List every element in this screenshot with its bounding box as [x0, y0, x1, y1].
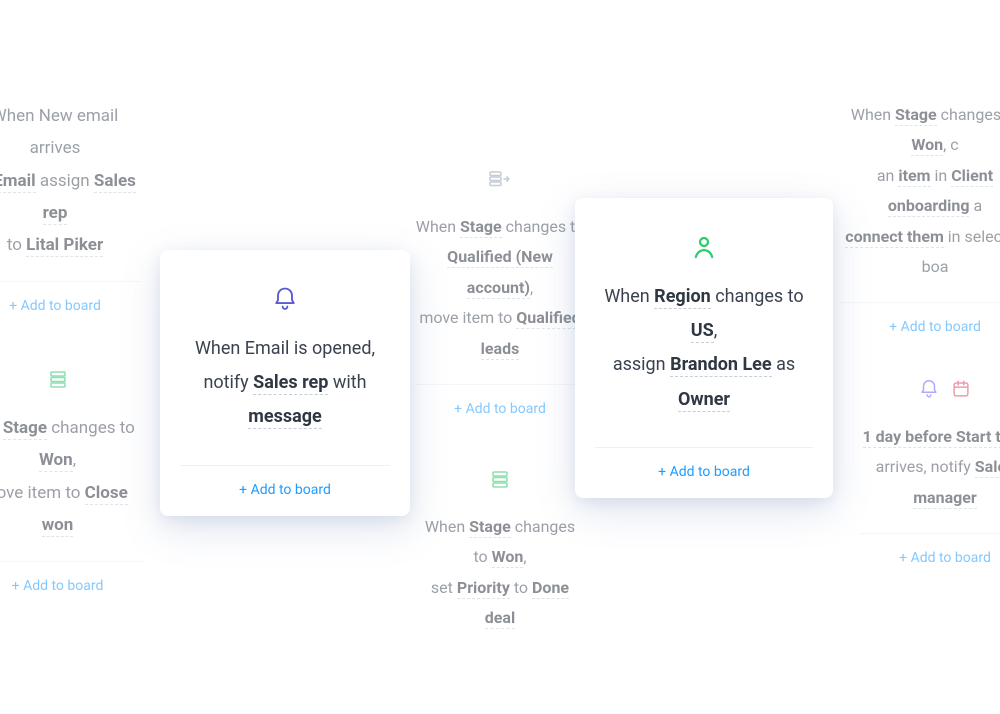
- automation-card-featured: When Region changes to US,assign Brandon…: [575, 198, 833, 498]
- automation-card: 1 day before Start timearrives, notify S…: [840, 350, 1000, 584]
- add-to-board-button[interactable]: + Add to board: [860, 534, 1000, 584]
- rule-text: en Stage changes to Won,nove item to Clo…: [0, 412, 145, 541]
- bell-icon: [271, 285, 299, 313]
- add-to-board-button[interactable]: + Add to board: [0, 282, 140, 332]
- bell-icon: [918, 378, 940, 400]
- rule-text: When Stage changes to Won, can item in C…: [840, 100, 1000, 282]
- add-to-board-button[interactable]: + Add to board: [595, 448, 813, 498]
- status-stack-icon: [488, 467, 512, 491]
- rule-text: When Stage changes toQualified (New acco…: [415, 212, 585, 364]
- add-to-board-button[interactable]: + Add to board: [840, 303, 1000, 353]
- automation-card: en Stage changes to Won,nove item to Clo…: [0, 340, 165, 612]
- rule-text: When Email is opened,notify Sales rep wi…: [195, 332, 375, 435]
- rule-text: When New email arrivesm Email assign Sal…: [0, 100, 140, 261]
- automation-card: When Stage changes toQualified (New acco…: [395, 140, 605, 435]
- status-stack-icon: [46, 367, 70, 391]
- automation-card: When New email arrivesm Email assign Sal…: [0, 90, 160, 332]
- rule-text: When Stage changes to Won,set Priority t…: [420, 512, 580, 634]
- calendar-icon: [950, 378, 972, 400]
- automation-card: When Stage changes to Won, can item in C…: [820, 90, 1000, 353]
- add-to-board-button[interactable]: + Add to board: [180, 466, 390, 516]
- person-icon: [689, 232, 719, 262]
- add-to-board-button[interactable]: + Add to board: [0, 562, 145, 612]
- automation-card: When Stage changes to Won,set Priority t…: [400, 440, 600, 634]
- rule-text: When Region changes to US,assign Brandon…: [595, 280, 813, 417]
- add-to-board-button[interactable]: + Add to board: [415, 385, 585, 435]
- rule-text: 1 day before Start timearrives, notify S…: [863, 422, 1000, 513]
- status-move-icon: [487, 167, 513, 191]
- automation-card-featured: When Email is opened,notify Sales rep wi…: [160, 250, 410, 516]
